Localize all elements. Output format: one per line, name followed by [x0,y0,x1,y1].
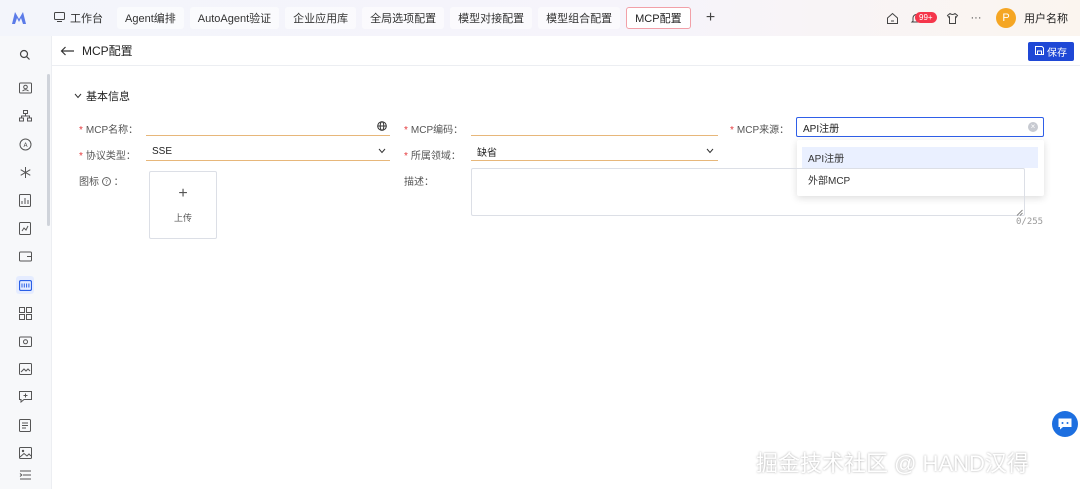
user-name[interactable]: 用户名称 [1024,10,1068,26]
clear-icon[interactable]: × [1028,122,1038,132]
top-tab-bar: 工作台 Agent编排 AutoAgent验证 企业应用库 全局选项配置 模型对… [0,0,1080,36]
shirt-icon[interactable] [944,10,960,26]
protocol-label: * 协议类型： [79,151,136,162]
chevron-down-icon [704,145,716,157]
desc-label: 描述： [404,177,434,188]
mcp-code-input[interactable] [471,118,718,136]
section-basic-info[interactable]: 基本信息 [74,88,130,104]
upload-label: 上传 [173,212,192,223]
chevron-down-icon [376,145,388,157]
mcp-source-select[interactable]: API注册 × [796,117,1044,137]
tab-label: 工作台 [70,13,103,25]
mcp-config-icon[interactable] [16,276,34,294]
protocol-select[interactable]: SSE [146,143,390,161]
notification-bell-icon[interactable]: 99+ [908,10,937,26]
chart-doc-icon[interactable] [16,191,34,209]
app-logo[interactable] [0,0,38,36]
code-label: * MCP编码： [404,125,464,136]
monitor-icon [54,11,65,25]
option-api-register[interactable]: API注册 [802,147,1038,168]
home-icon[interactable] [884,10,900,26]
list-doc-icon[interactable] [16,416,34,434]
tab-enterprise-apps[interactable]: 企业应用库 [285,7,357,29]
report-icon[interactable] [16,219,34,237]
page-title: MCP配置 [82,44,133,58]
notification-badge: 99+ [915,12,937,23]
svg-text:?: ? [105,179,108,186]
ai-brain-icon[interactable]: A [16,135,34,153]
save-button[interactable]: 保存 [1028,42,1074,61]
page-header: MCP配置 保存 [52,36,1080,66]
desc-char-count: 0/255 [1016,217,1044,227]
image-settings-icon[interactable] [16,360,34,378]
collapse-menu-icon[interactable] [16,466,34,484]
avatar[interactable]: P [996,8,1016,28]
id-card-icon[interactable] [16,79,34,97]
plus-icon: + [178,184,188,202]
search-icon[interactable] [16,46,34,64]
save-icon [1035,45,1044,58]
tab-autoagent-validation[interactable]: AutoAgent验证 [189,7,280,29]
back-arrow-icon[interactable] [60,43,76,59]
tab-agent-orchestration[interactable]: Agent编排 [117,7,184,29]
name-label: * MCP名称： [79,125,139,136]
mcp-name-input[interactable] [146,118,390,136]
components-icon[interactable] [16,304,34,322]
hierarchy-icon[interactable] [16,107,34,125]
tab-mcp-config[interactable]: MCP配置 [626,7,691,29]
wallet-icon[interactable] [16,247,34,265]
save-label: 保存 [1047,48,1067,59]
tab-model-integration[interactable]: 模型对接配置 [450,7,533,29]
icon-upload[interactable]: + 上传 [149,171,217,239]
domain-label: * 所属领域： [404,151,461,162]
help-icon[interactable]: ? [101,177,114,188]
source-label: * MCP来源： [730,125,790,136]
tab-model-combination[interactable]: 模型组合配置 [538,7,621,29]
tab-workbench[interactable]: 工作台 [38,7,111,29]
domain-select[interactable]: 缺省 [471,143,718,161]
more-icon[interactable]: ··· [968,10,984,26]
assistant-float-button[interactable] [1052,411,1078,437]
add-tab-button[interactable]: + [701,9,721,27]
chevron-down-icon [74,90,82,102]
tab-global-options[interactable]: 全局选项配置 [362,7,445,29]
sidebar-scrollbar[interactable] [47,74,50,226]
globe-icon[interactable] [376,120,388,132]
description-textarea[interactable] [471,168,1025,216]
sidebar: A [0,36,52,489]
resize-handle-icon[interactable] [1016,207,1023,216]
svg-text:A: A [23,142,28,149]
section-title: 基本信息 [86,91,130,103]
icon-label: 图标 ? ： [79,177,124,188]
gallery-icon[interactable] [16,444,34,462]
camera-box-icon[interactable] [16,332,34,350]
chat-add-icon[interactable] [16,388,34,406]
snowflake-icon[interactable] [16,163,34,181]
watermark: 掘金技术社区 @ HAND汉得 [756,451,1029,476]
